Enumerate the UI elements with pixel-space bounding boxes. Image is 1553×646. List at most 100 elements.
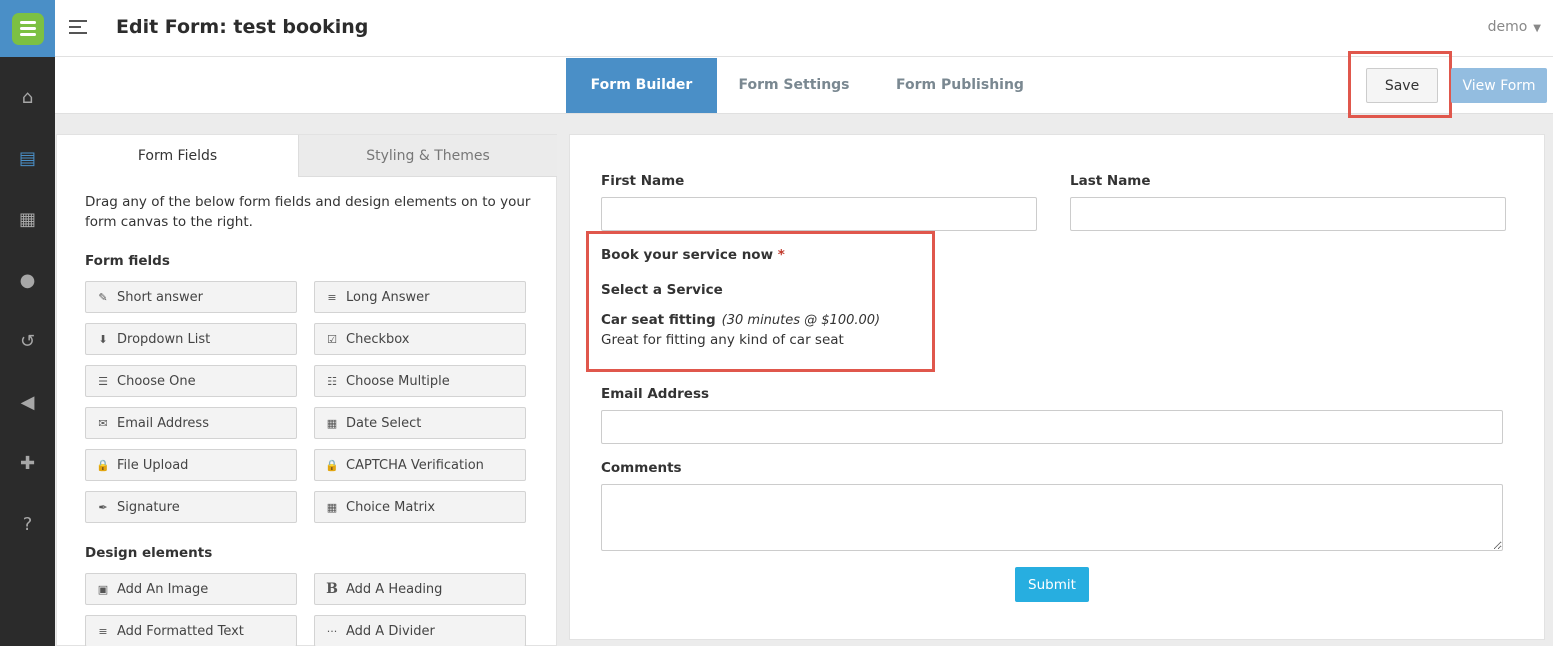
grid-icon: ▦	[326, 500, 338, 514]
field-short-answer[interactable]: ✎ Short answer	[85, 281, 297, 313]
field-label: Long Answer	[346, 289, 430, 305]
edit-icon: ✎	[98, 290, 108, 304]
field-label: Add Formatted Text	[117, 623, 244, 639]
field-dropdown-list[interactable]: ⬇ Dropdown List	[85, 323, 297, 355]
history-icon: ↺	[19, 330, 36, 352]
field-label: Add An Image	[117, 581, 209, 597]
field-choose-one[interactable]: ☰ Choose One	[85, 365, 297, 397]
view-form-button[interactable]: View Form	[1451, 68, 1547, 103]
field-label: Date Select	[346, 415, 422, 431]
field-email-address[interactable]: ✉ Email Address	[85, 407, 297, 439]
tab-form-builder[interactable]: Form Builder	[566, 58, 717, 113]
envelope-icon: ✉	[98, 416, 108, 430]
sidebar-item-forms[interactable]: ▤	[0, 139, 55, 177]
forms-icon: ▤	[18, 147, 36, 169]
field-label: Short answer	[117, 289, 203, 305]
megaphone-icon: ◀	[20, 391, 35, 413]
first-name-label: First Name	[601, 173, 685, 189]
sidebar-item-documents[interactable]: ▦	[0, 200, 55, 238]
top-header: Edit Form: test booking demo ▼	[55, 0, 1553, 57]
checklist-icon: ☷	[327, 374, 337, 388]
field-label: File Upload	[117, 457, 189, 473]
field-label: Choose Multiple	[346, 373, 450, 389]
sidebar-item-help[interactable]: ?	[0, 505, 55, 543]
sidebar-item-integrations[interactable]: ✚	[0, 444, 55, 482]
field-label: Dropdown List	[117, 331, 211, 347]
lock-icon: 🔒	[325, 458, 339, 472]
design-add-formatted-text[interactable]: ≡ Add Formatted Text	[85, 615, 297, 646]
sidebar-item-history[interactable]: ↺	[0, 322, 55, 360]
field-label: Add A Heading	[346, 581, 443, 597]
builder-tabs-bar: Form Builder Form Settings Form Publishi…	[55, 51, 1553, 118]
field-choose-multiple[interactable]: ☷ Choose Multiple	[314, 365, 526, 397]
email-label: Email Address	[601, 386, 710, 402]
comments-textarea[interactable]	[601, 484, 1503, 551]
design-add-divider[interactable]: ··· Add A Divider	[314, 615, 526, 646]
pen-icon: ✒	[98, 500, 108, 514]
field-choice-matrix[interactable]: ▦ Choice Matrix	[314, 491, 526, 523]
tab-form-settings[interactable]: Form Settings	[731, 58, 857, 113]
field-file-upload[interactable]: 🔒 File Upload	[85, 449, 297, 481]
first-name-input[interactable]	[601, 197, 1037, 231]
save-button[interactable]: Save	[1366, 68, 1438, 103]
field-checkbox[interactable]: ☑ Checkbox	[314, 323, 526, 355]
field-label: Signature	[117, 499, 180, 515]
select-service-heading: Select a Service	[601, 282, 723, 298]
document-icon: ▦	[18, 208, 36, 230]
text-align-icon: ≡	[98, 624, 108, 638]
logo-icon	[11, 12, 44, 45]
app-logo[interactable]	[0, 0, 55, 57]
tab-styling-themes[interactable]: Styling & Themes	[298, 135, 557, 177]
design-elements-heading: Design elements	[85, 545, 213, 561]
submit-button[interactable]: Submit	[1015, 567, 1089, 602]
page-title: Edit Form: test booking	[116, 16, 369, 38]
field-label: Checkbox	[346, 331, 410, 347]
sidebar-item-marketing[interactable]: ◀	[0, 383, 55, 421]
service-name: Car seat fitting	[601, 312, 716, 328]
service-description: Great for fitting any kind of car seat	[601, 332, 844, 348]
checkbox-icon: ☑	[327, 332, 337, 346]
chevron-down-icon: ▼	[1533, 23, 1541, 34]
field-long-answer[interactable]: ≡ Long Answer	[314, 281, 526, 313]
field-captcha[interactable]: 🔒 CAPTCHA Verification	[314, 449, 526, 481]
field-signature[interactable]: ✒ Signature	[85, 491, 297, 523]
required-marker: *	[777, 247, 785, 263]
last-name-label: Last Name	[1070, 173, 1151, 189]
booking-title: Book your service now *	[601, 247, 785, 263]
last-name-input[interactable]	[1070, 197, 1506, 231]
menu-toggle-icon[interactable]	[69, 20, 87, 34]
sidebar-item-users[interactable]: ●	[0, 261, 55, 299]
puzzle-icon: ✚	[19, 452, 36, 474]
user-icon: ●	[19, 269, 36, 291]
service-option[interactable]: Car seat fitting (30 minutes @ $100.00)	[601, 312, 880, 328]
home-icon: ⌂	[21, 86, 34, 108]
user-name: demo	[1487, 19, 1528, 35]
comments-label: Comments	[601, 460, 682, 476]
user-menu[interactable]: demo ▼	[1488, 19, 1541, 35]
field-label: Choice Matrix	[346, 499, 436, 515]
service-meta: (30 minutes @ $100.00)	[721, 313, 881, 328]
tab-form-fields[interactable]: Form Fields	[57, 135, 298, 177]
bold-icon: B	[326, 581, 338, 597]
form-fields-panel: Form Fields Styling & Themes Drag any of…	[56, 134, 557, 646]
panel-instructions: Drag any of the below form fields and de…	[85, 194, 531, 230]
calendar-icon: ▦	[326, 416, 338, 430]
help-icon: ?	[22, 513, 33, 535]
field-label: Choose One	[117, 373, 196, 389]
field-label: CAPTCHA Verification	[346, 457, 484, 473]
design-add-image[interactable]: ▣ Add An Image	[85, 573, 297, 605]
lock-icon: 🔒	[96, 458, 110, 472]
tab-form-publishing[interactable]: Form Publishing	[887, 58, 1033, 113]
email-input[interactable]	[601, 410, 1503, 444]
ellipsis-icon: ···	[326, 624, 338, 638]
form-fields-heading: Form fields	[85, 253, 170, 269]
field-date-select[interactable]: ▦ Date Select	[314, 407, 526, 439]
field-label: Add A Divider	[346, 623, 435, 639]
list-icon: ☰	[98, 374, 108, 388]
design-add-heading[interactable]: B Add A Heading	[314, 573, 526, 605]
field-label: Email Address	[117, 415, 209, 431]
image-icon: ▣	[97, 582, 109, 596]
paragraph-icon: ≡	[327, 290, 337, 304]
sidebar-item-home[interactable]: ⌂	[0, 78, 55, 116]
sidebar: ⌂ ▤ ▦ ● ↺ ◀ ✚ ?	[0, 0, 55, 646]
